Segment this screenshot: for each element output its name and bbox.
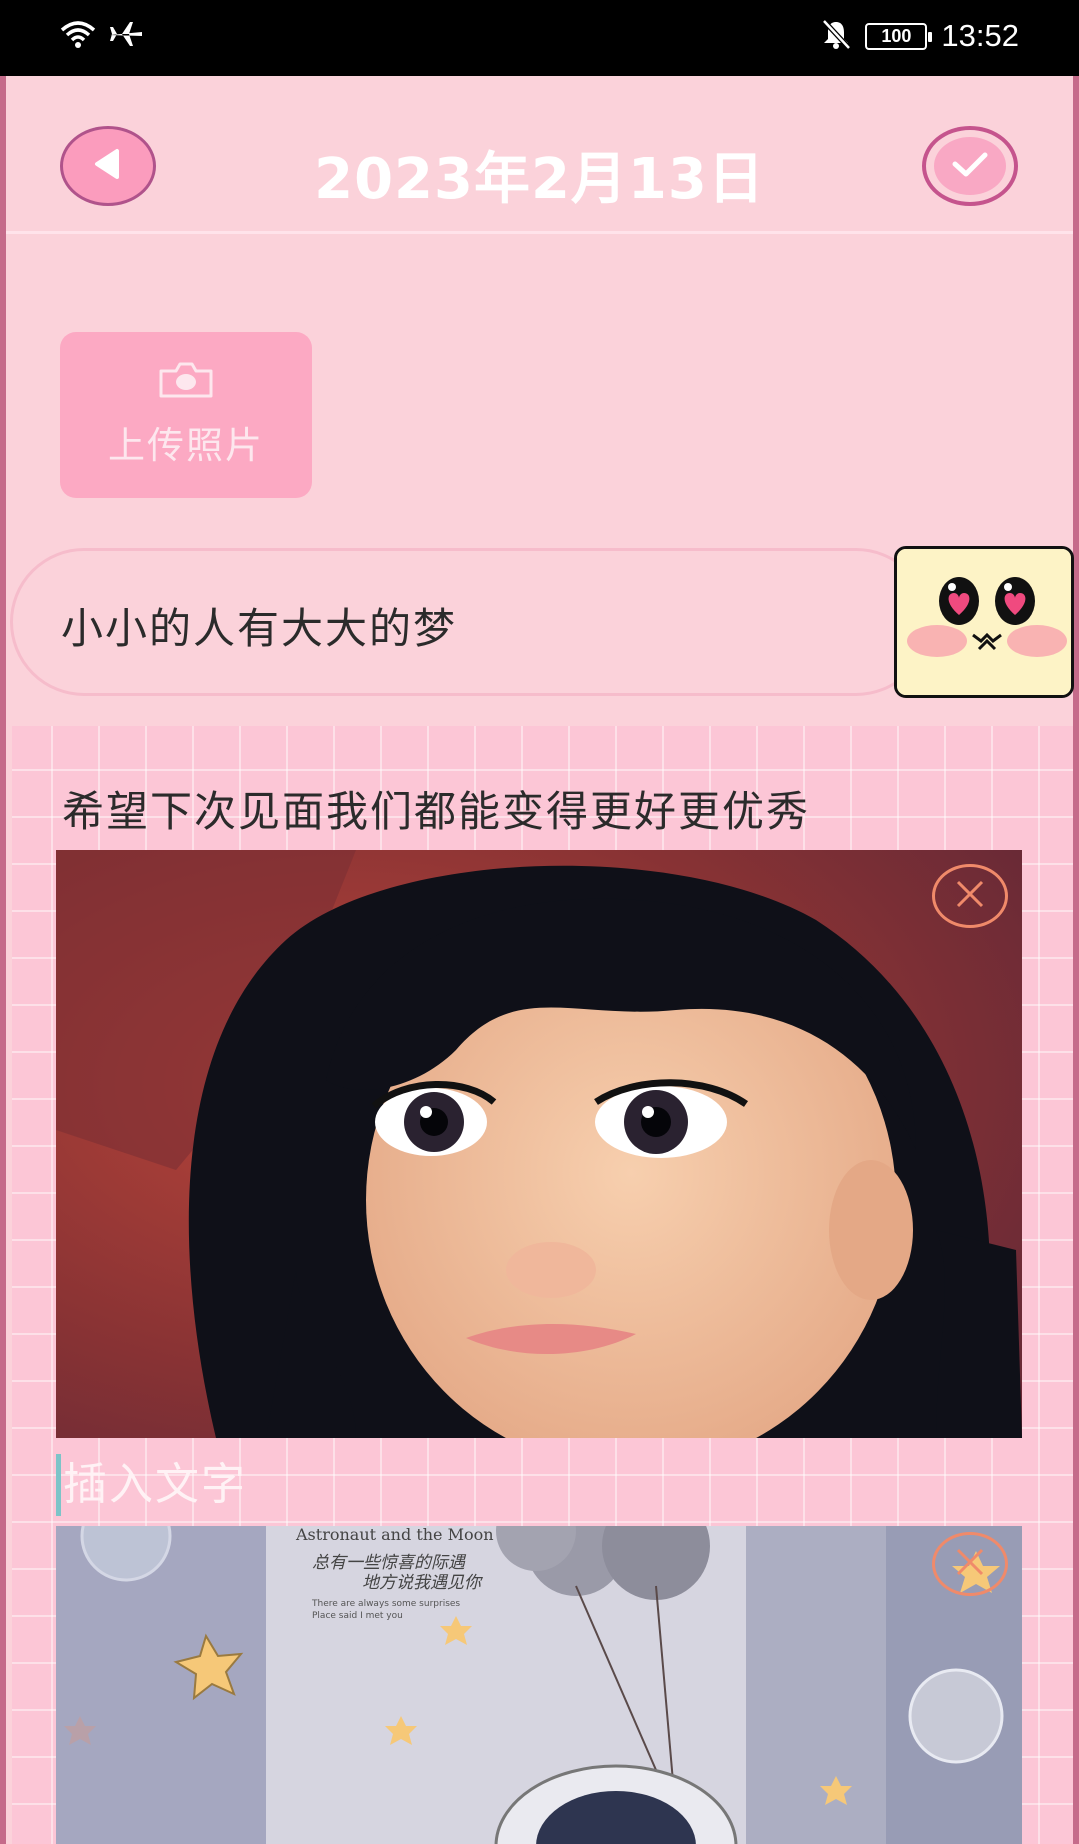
- status-time: 13:52: [941, 18, 1019, 53]
- airplane-mode-icon: [108, 18, 144, 54]
- diary-photo-2: Astronaut and the Moon 总有一些惊喜的际遇 地方说我遇见你…: [56, 1526, 1022, 1844]
- photo2-text-5: Place said I met you: [312, 1611, 403, 1621]
- photo2-text-4: There are always some surprises: [311, 1599, 460, 1609]
- insert-text-field[interactable]: 插入文字: [56, 1454, 247, 1516]
- close-icon: [953, 877, 987, 915]
- status-right: 100 13:52: [821, 18, 1019, 54]
- checkmark-icon: [950, 149, 990, 183]
- confirm-button-inner: [934, 137, 1006, 195]
- upload-photo-button[interactable]: 上传照片: [60, 332, 312, 498]
- diary-title-text: 小小的人有大大的梦: [61, 604, 458, 653]
- battery-icon: 100: [865, 22, 933, 50]
- diary-content-area[interactable]: 希望下次见面我们都能变得更好更优秀 插入文字 Astronaut and the…: [12, 726, 1073, 1844]
- cartoon-girl-portrait: [56, 850, 1022, 1438]
- diary-body-text: 希望下次见面我们都能变得更好更优秀: [62, 787, 811, 836]
- mood-sticker-button[interactable]: [894, 546, 1074, 698]
- remove-photo-1-button[interactable]: [932, 864, 1008, 928]
- upload-photo-label: 上传照片: [108, 424, 264, 467]
- camera-icon: [158, 361, 214, 403]
- page-title: 2023年2月13日: [314, 147, 765, 212]
- notifications-muted-icon: [821, 18, 852, 54]
- close-icon: [953, 1545, 987, 1583]
- diary-title-field[interactable]: 小小的人有大大的梦: [10, 548, 930, 696]
- heart-eyes-face-icon: [897, 549, 1071, 695]
- diary-photo-1: [56, 850, 1022, 1438]
- status-left: [58, 18, 144, 54]
- diary-editor: 2023年2月13日 上传照片 小小的人有大大的梦 希望下次见面我们都能变得更好…: [0, 76, 1079, 1844]
- header: 2023年2月13日: [6, 76, 1073, 234]
- photo2-text-2: 总有一些惊喜的际遇: [312, 1553, 467, 1573]
- photo2-text-1: Astronaut and the Moon: [295, 1526, 494, 1544]
- status-bar: 100 13:52: [0, 0, 1079, 76]
- remove-photo-2-button[interactable]: [932, 1532, 1008, 1596]
- astronaut-moon-picture: Astronaut and the Moon 总有一些惊喜的际遇 地方说我遇见你…: [56, 1526, 1022, 1844]
- confirm-button[interactable]: [922, 126, 1018, 206]
- photo2-text-3: 地方说我遇见你: [362, 1573, 484, 1593]
- wifi-icon: [58, 18, 98, 54]
